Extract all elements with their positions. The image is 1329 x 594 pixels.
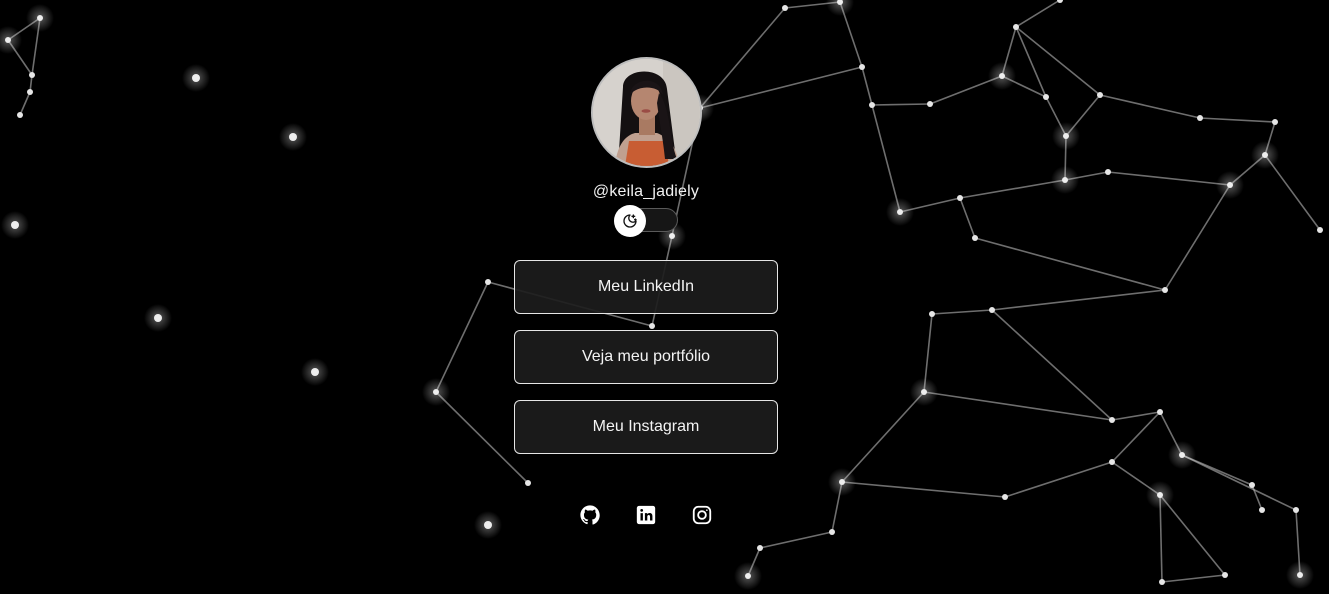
toggle-knob[interactable]	[614, 205, 646, 237]
moon-stars-icon	[623, 214, 637, 228]
profile-avatar	[591, 57, 702, 168]
linkedin-link-button[interactable]: Meu LinkedIn	[514, 260, 778, 314]
linkedin-link-label: Meu LinkedIn	[597, 278, 695, 295]
theme-toggle[interactable]	[614, 205, 678, 237]
instagram-link-label: Meu Instagram	[592, 418, 700, 435]
github-icon[interactable]	[579, 504, 601, 526]
profile-username: @keila_jadiely	[592, 183, 700, 200]
instagram-link-button[interactable]: Meu Instagram	[514, 400, 778, 454]
portfolio-link-button[interactable]: Veja meu portfólio	[514, 330, 778, 384]
portfolio-link-label: Veja meu portfólio	[581, 348, 711, 365]
profile-card: @keila_jadiely Meu LinkedIn Veja meu por…	[0, 0, 1329, 594]
instagram-icon[interactable]	[691, 504, 713, 526]
linkedin-icon[interactable]	[635, 504, 657, 526]
